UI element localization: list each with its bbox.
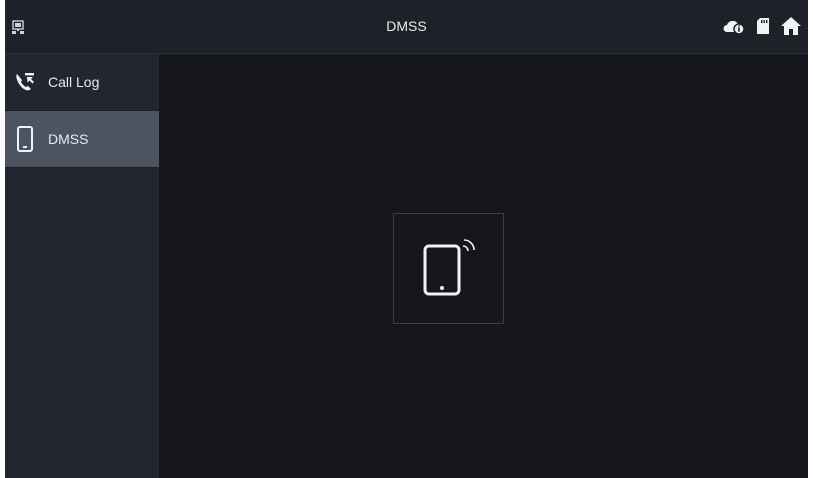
tablet-wireless-icon	[419, 232, 479, 305]
sidebar-item-call-log[interactable]: Call Log	[5, 54, 159, 111]
sidebar-item-dmss[interactable]: DMSS	[5, 111, 159, 168]
sidebar-item-label: DMSS	[48, 131, 89, 147]
cloud-info-icon[interactable]	[722, 17, 746, 40]
phone-icon	[14, 126, 36, 152]
sidebar: Call Log DMSS	[5, 54, 159, 478]
main-content	[159, 54, 808, 478]
call-log-icon	[14, 71, 36, 93]
top-bar: DMSS	[5, 0, 808, 54]
home-icon[interactable]	[780, 16, 802, 41]
sd-card-icon[interactable]	[756, 17, 770, 40]
screen: DMSS Call Log DMSS	[5, 0, 808, 478]
dmss-device-tile[interactable]	[393, 213, 504, 324]
page-title: DMSS	[386, 18, 427, 34]
status-icons	[722, 16, 802, 41]
sidebar-item-label: Call Log	[48, 74, 100, 90]
